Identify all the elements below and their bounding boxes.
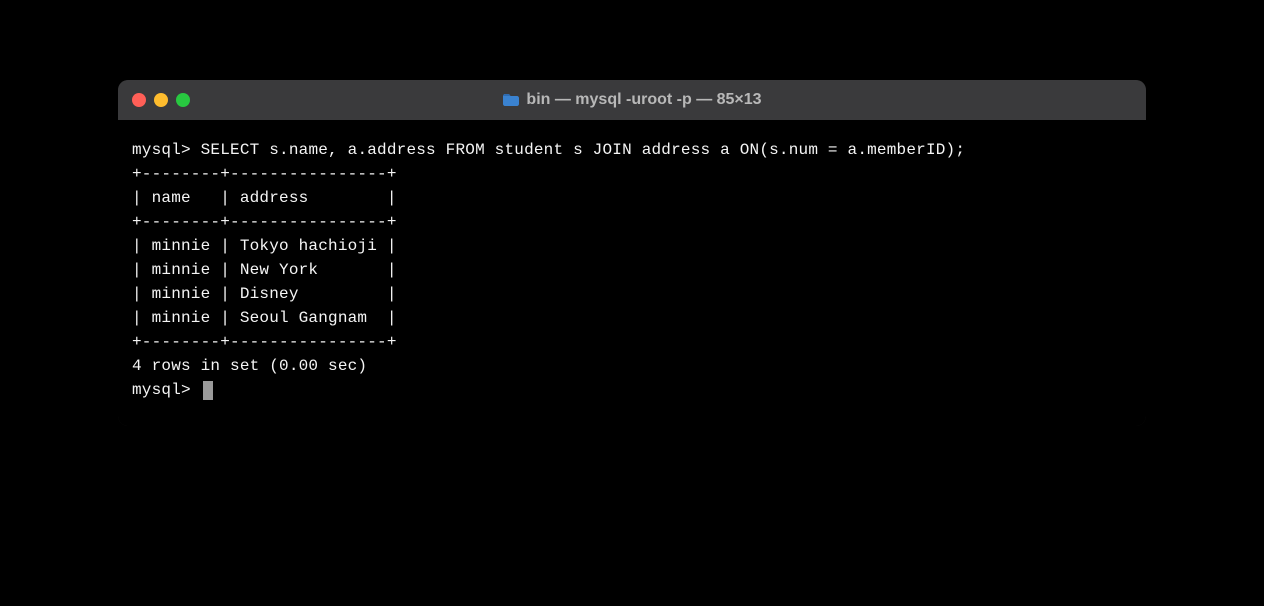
close-button[interactable] [132,93,146,107]
result-status: 4 rows in set (0.00 sec) [132,357,367,375]
cursor [203,381,213,400]
title-content: bin — mysql -uroot -p — 85×13 [118,91,1146,109]
minimize-button[interactable] [154,93,168,107]
sql-query: SELECT s.name, a.address FROM student s … [201,141,966,159]
table-border: +--------+----------------+ [132,213,397,231]
table-row: | minnie | Tokyo hachioji | [132,237,397,255]
table-header: | name | address | [132,189,397,207]
table-row: | minnie | Seoul Gangnam | [132,309,397,327]
traffic-lights [132,93,190,107]
terminal-window: bin — mysql -uroot -p — 85×13 mysql> SEL… [118,80,1146,426]
terminal-body[interactable]: mysql> SELECT s.name, a.address FROM stu… [118,120,1146,426]
prompt: mysql> [132,141,201,159]
window-title: bin — mysql -uroot -p — 85×13 [526,91,761,109]
prompt-line: mysql> [132,378,1132,402]
table-row: | minnie | New York | [132,261,397,279]
prompt: mysql> [132,381,201,399]
maximize-button[interactable] [176,93,190,107]
titlebar: bin — mysql -uroot -p — 85×13 [118,80,1146,120]
terminal-output: mysql> SELECT s.name, a.address FROM stu… [132,138,1132,378]
table-border: +--------+----------------+ [132,333,397,351]
table-row: | minnie | Disney | [132,285,397,303]
table-border: +--------+----------------+ [132,165,397,183]
folder-icon [502,93,520,107]
